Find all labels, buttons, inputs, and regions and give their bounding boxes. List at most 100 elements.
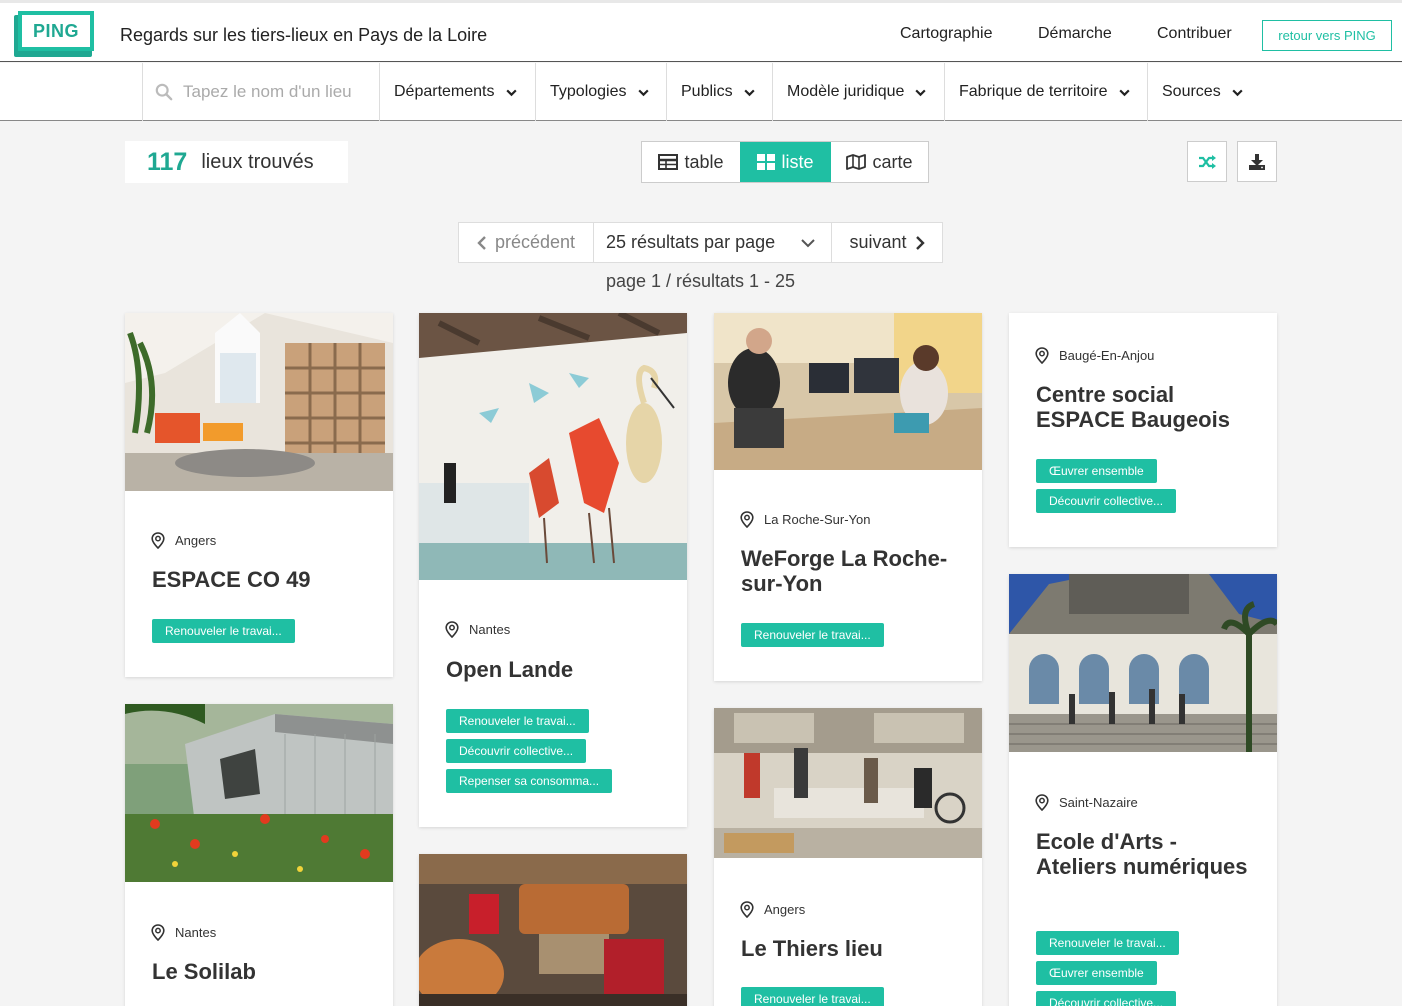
card-tag[interactable]: Découvrir collective... — [446, 739, 587, 763]
chevron-down-icon — [743, 89, 755, 96]
card-city: Nantes — [445, 621, 510, 638]
top-header: PING Regards sur les tiers-lieux en Pays… — [0, 0, 1402, 62]
view-map-button[interactable]: carte — [831, 142, 928, 182]
card-city: Baugé-En-Anjou — [1035, 347, 1154, 364]
place-card[interactable]: Nantes Le Solilab — [125, 704, 393, 1006]
card-city: Angers — [740, 901, 805, 918]
chevron-down-icon — [1118, 89, 1130, 96]
card-city-label: Angers — [764, 902, 806, 917]
map-marker-icon — [740, 511, 754, 528]
card-city-label: Angers — [175, 533, 217, 548]
next-page-button[interactable]: suivant — [832, 223, 942, 262]
results-count-label: lieux trouvés — [201, 150, 314, 173]
view-list-button[interactable]: liste — [740, 142, 831, 182]
results-count: 117 lieux trouvés — [125, 141, 348, 183]
card-title[interactable]: Ecole d'Arts - Ateliers numériques — [1036, 829, 1256, 879]
results-per-page-value: 25 résultats par page — [606, 232, 776, 252]
card-tag[interactable]: Repenser sa consomma... — [446, 769, 613, 793]
card-title[interactable]: Le Solilab — [152, 959, 372, 984]
filter-label: Modèle juridique — [787, 83, 905, 100]
view-map-label: carte — [872, 151, 913, 172]
card-title[interactable]: Le Thiers lieu — [741, 936, 961, 961]
place-card[interactable]: Angers Le Thiers lieu Renouveler le trav… — [714, 708, 982, 1006]
card-title[interactable]: Centre social ESPACE Baugeois — [1036, 382, 1256, 432]
site-title: Regards sur les tiers-lieux en Pays de l… — [120, 25, 488, 45]
view-switcher: table liste carte — [641, 141, 929, 183]
previous-page-label: précédent — [494, 232, 576, 252]
card-tag[interactable]: Œuvrer ensemble — [1036, 459, 1157, 483]
place-card[interactable]: Nantes Open Lande Renouveler le travai..… — [419, 313, 687, 827]
nav-cartographie[interactable]: Cartographie — [900, 25, 993, 43]
place-card[interactable]: Angers ESPACE CO 49 Renouveler le travai… — [125, 313, 393, 677]
place-photo — [419, 854, 687, 1006]
nav-demarche[interactable]: Démarche — [1038, 25, 1112, 43]
shuffle-icon — [1199, 154, 1216, 169]
results-count-number: 117 — [147, 147, 188, 176]
map-marker-icon — [151, 924, 165, 941]
map-marker-icon — [445, 621, 459, 638]
grid-icon — [757, 154, 776, 170]
filter-departements[interactable]: Départements — [380, 63, 536, 121]
place-photo — [714, 313, 982, 470]
card-tag[interactable]: Découvrir collective... — [1036, 991, 1177, 1006]
filter-sources[interactable]: Sources — [1148, 63, 1258, 121]
card-tag[interactable]: Découvrir collective... — [1036, 489, 1177, 513]
filter-label: Publics — [681, 83, 733, 100]
map-marker-icon — [740, 901, 754, 918]
card-tag[interactable]: Renouveler le travai... — [741, 987, 884, 1006]
map-icon — [846, 154, 867, 170]
results-per-page-select[interactable]: 25 résultats par page — [594, 223, 832, 262]
previous-page-button[interactable]: précédent — [459, 223, 594, 262]
shuffle-button[interactable] — [1187, 141, 1227, 182]
card-city: Nantes — [151, 924, 216, 941]
card-tag[interactable]: Renouveler le travai... — [741, 623, 884, 647]
card-tag[interactable]: Œuvrer ensemble — [1036, 961, 1157, 985]
back-to-ping-button[interactable]: retour vers PING — [1262, 20, 1392, 51]
card-city-label: Nantes — [175, 925, 217, 940]
chevron-down-icon — [915, 89, 927, 96]
card-title[interactable]: WeForge La Roche-sur-Yon — [741, 546, 961, 596]
nav-contribuer[interactable]: Contribuer — [1157, 25, 1232, 43]
filter-label: Typologies — [550, 83, 627, 100]
card-tag[interactable]: Renouveler le travai... — [152, 619, 295, 643]
pagination: précédent 25 résultats par page suivant — [458, 222, 943, 263]
card-tag[interactable]: Renouveler le travai... — [1036, 931, 1179, 955]
view-list-label: liste — [781, 151, 814, 172]
card-city: La Roche-Sur-Yon — [740, 511, 870, 528]
filter-bar: Départements Typologies Publics Modèle j… — [0, 63, 1402, 121]
filter-label: Sources — [1162, 83, 1221, 100]
card-city-label: Saint-Nazaire — [1059, 795, 1138, 810]
download-button[interactable] — [1237, 141, 1277, 182]
card-title[interactable]: Open Lande — [446, 657, 666, 682]
filter-typologies[interactable]: Typologies — [536, 63, 667, 121]
map-marker-icon — [1035, 794, 1049, 811]
map-marker-icon — [1035, 347, 1049, 364]
next-page-label: suivant — [849, 232, 907, 252]
filter-fabrique-de-territoire[interactable]: Fabrique de territoire — [945, 63, 1148, 121]
search-input[interactable] — [183, 82, 363, 102]
view-table-button[interactable]: table — [642, 142, 740, 182]
table-icon — [658, 154, 679, 170]
chevron-down-icon — [505, 89, 517, 96]
card-tag[interactable]: Renouveler le travai... — [446, 709, 589, 733]
chevron-down-icon — [801, 238, 815, 247]
filter-modele-juridique[interactable]: Modèle juridique — [773, 63, 945, 121]
place-photo — [714, 708, 982, 858]
logo-text: PING — [18, 11, 94, 51]
chevron-left-icon — [477, 235, 486, 250]
ping-logo[interactable]: PING — [14, 11, 94, 57]
place-photo — [419, 313, 687, 580]
place-card[interactable] — [419, 854, 687, 1006]
chevron-right-icon — [915, 235, 925, 250]
place-card[interactable]: La Roche-Sur-Yon WeForge La Roche-sur-Yo… — [714, 313, 982, 681]
filter-publics[interactable]: Publics — [667, 63, 773, 121]
place-photo — [1009, 574, 1277, 752]
card-title[interactable]: ESPACE CO 49 — [152, 567, 372, 592]
card-city: Saint-Nazaire — [1035, 794, 1138, 811]
chevron-down-icon — [1232, 89, 1243, 96]
card-city: Angers — [151, 532, 216, 549]
place-card[interactable]: Saint-Nazaire Ecole d'Arts - Ateliers nu… — [1009, 574, 1277, 1006]
download-icon — [1249, 153, 1265, 170]
card-city-label: Baugé-En-Anjou — [1059, 348, 1155, 363]
place-card[interactable]: Baugé-En-Anjou Centre social ESPACE Baug… — [1009, 313, 1277, 547]
